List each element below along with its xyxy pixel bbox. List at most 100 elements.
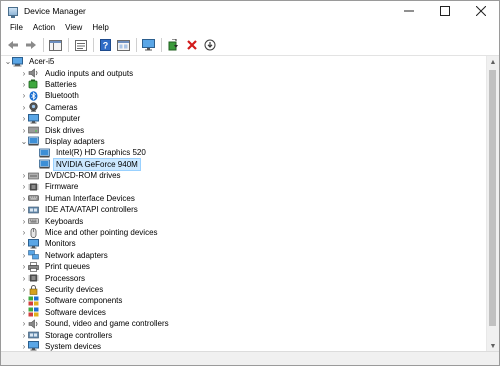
tree-items: › Audio inputs and outputs › Batteries › Blue…	[1, 67, 487, 352]
forward-icon	[25, 41, 36, 49]
back-icon	[7, 41, 18, 49]
scan-hardware-button[interactable]	[140, 37, 157, 53]
tree-category-item[interactable]: › Computer	[1, 113, 487, 124]
tree-child-item[interactable]: NVIDIA GeForce 940M	[1, 157, 487, 171]
view-button[interactable]	[115, 37, 132, 53]
chevron-right-icon[interactable]: ›	[20, 125, 28, 136]
chevron-right-icon[interactable]: ›	[20, 318, 28, 329]
menu-view[interactable]: View	[60, 21, 87, 35]
device-manager-icon	[8, 6, 18, 18]
tree-category-item[interactable]: › Security devices	[1, 284, 487, 295]
chevron-right-icon[interactable]: ›	[20, 250, 28, 261]
keyboard-icon	[28, 216, 39, 226]
update-driver-button[interactable]	[165, 37, 182, 53]
chevron-right-icon[interactable]: ›	[20, 170, 28, 181]
view-icon	[117, 39, 130, 51]
network-icon	[28, 250, 39, 260]
menu-action[interactable]: Action	[28, 21, 60, 35]
properties-button[interactable]	[72, 37, 89, 53]
uninstall-button[interactable]	[183, 37, 200, 53]
back-button[interactable]	[4, 37, 21, 53]
chevron-right-icon[interactable]: ›	[20, 102, 28, 113]
chevron-right-icon[interactable]: ›	[20, 330, 28, 341]
chevron-right-icon[interactable]: ›	[20, 216, 28, 227]
chevron-right-icon[interactable]: ›	[20, 181, 28, 192]
tree-category-item[interactable]: › Processors	[1, 272, 487, 283]
software-icon	[28, 296, 39, 306]
show-hide-tree-button[interactable]	[47, 37, 64, 53]
tree-item-label: Firmware	[45, 182, 79, 192]
chevron-right-icon[interactable]: ›	[20, 193, 28, 204]
tree-item-label: Human Interface Devices	[45, 193, 135, 203]
chevron-right-icon[interactable]: ›	[20, 307, 28, 318]
maximize-button[interactable]	[427, 1, 463, 21]
title-bar[interactable]: Device Manager	[1, 1, 499, 21]
tree-category-item[interactable]: › Keyboards	[1, 215, 487, 226]
tree-item-label: Processors	[45, 273, 86, 283]
chevron-down-icon[interactable]: ⌄	[4, 56, 12, 67]
download-icon	[204, 39, 215, 51]
minimize-button[interactable]	[391, 1, 427, 21]
tree-category-item[interactable]: › Human Interface Devices	[1, 193, 487, 204]
tree-category-item[interactable]: › Print queues	[1, 261, 487, 272]
tree-item-label: Software components	[45, 296, 123, 306]
chevron-down-icon[interactable]: ⌄	[20, 136, 28, 147]
tree-item-label: Display adapters	[45, 136, 105, 146]
tree-category-item[interactable]: › Batteries	[1, 79, 487, 90]
chevron-right-icon[interactable]: ›	[20, 113, 28, 124]
chevron-right-icon[interactable]: ›	[20, 295, 28, 306]
tree-category-item[interactable]: › Software components	[1, 295, 487, 306]
chevron-right-icon[interactable]: ›	[20, 204, 28, 215]
close-icon	[476, 6, 486, 16]
scroll-up-arrow-icon[interactable]: ▲	[487, 56, 499, 68]
help-button[interactable]: ?	[97, 37, 114, 53]
tree-category-item[interactable]: › Cameras	[1, 102, 487, 113]
controller-icon	[28, 205, 39, 215]
tree-category-item[interactable]: ⌄ Display adapters	[1, 136, 487, 147]
tree-category-item[interactable]: › Monitors	[1, 238, 487, 249]
battery-icon	[28, 79, 39, 89]
tree-category-item[interactable]: › IDE ATA/ATAPI controllers	[1, 204, 487, 215]
tree-category-item[interactable]: › Audio inputs and outputs	[1, 67, 487, 78]
display-adapter-icon	[28, 136, 39, 146]
tree-category-item[interactable]: › Sound, video and game controllers	[1, 318, 487, 329]
tree-category-item[interactable]: › Network adapters	[1, 250, 487, 261]
software-icon	[28, 307, 39, 317]
tree-root[interactable]: ⌄ Acer-i5	[1, 56, 487, 67]
chevron-right-icon[interactable]: ›	[20, 227, 28, 238]
close-button[interactable]	[463, 1, 499, 21]
chevron-right-icon[interactable]: ›	[20, 90, 28, 101]
menu-file[interactable]: File	[5, 21, 28, 35]
update-driver-icon	[168, 39, 178, 51]
scrollbar-thumb[interactable]	[489, 70, 496, 326]
chevron-right-icon[interactable]: ›	[20, 273, 28, 284]
tree-category-item[interactable]: › DVD/CD-ROM drives	[1, 170, 487, 181]
chevron-right-icon[interactable]: ›	[20, 261, 28, 272]
minimize-icon	[404, 10, 414, 12]
tree-item-label: Sound, video and game controllers	[45, 319, 169, 329]
toolbar-separator	[161, 38, 162, 52]
tree-category-item[interactable]: › Firmware	[1, 181, 487, 192]
mouse-icon	[28, 227, 39, 238]
tree-category-item[interactable]: › Storage controllers	[1, 329, 487, 340]
tree-category-item[interactable]: › Disk drives	[1, 124, 487, 135]
tree-category-item[interactable]: › Mice and other pointing devices	[1, 227, 487, 238]
chevron-right-icon[interactable]: ›	[20, 79, 28, 90]
chevron-right-icon[interactable]: ›	[20, 284, 28, 295]
toolbar-separator	[68, 38, 69, 52]
toolbar: ?	[1, 35, 499, 56]
vertical-scrollbar[interactable]: ▲ ▼	[486, 56, 499, 352]
menu-help[interactable]: Help	[87, 21, 113, 35]
chevron-right-icon[interactable]: ›	[20, 68, 28, 79]
tree-category-item[interactable]: › Bluetooth	[1, 90, 487, 101]
chevron-right-icon[interactable]: ›	[20, 238, 28, 249]
speaker-icon	[28, 319, 39, 329]
tree-category-item[interactable]: › Software devices	[1, 307, 487, 318]
tree-child-item[interactable]: Intel(R) HD Graphics 520	[1, 147, 487, 158]
download-button[interactable]	[201, 37, 218, 53]
forward-button[interactable]	[22, 37, 39, 53]
properties-icon	[74, 39, 87, 51]
tree-item-label: Bluetooth	[45, 91, 79, 101]
svg-text:?: ?	[103, 41, 109, 51]
